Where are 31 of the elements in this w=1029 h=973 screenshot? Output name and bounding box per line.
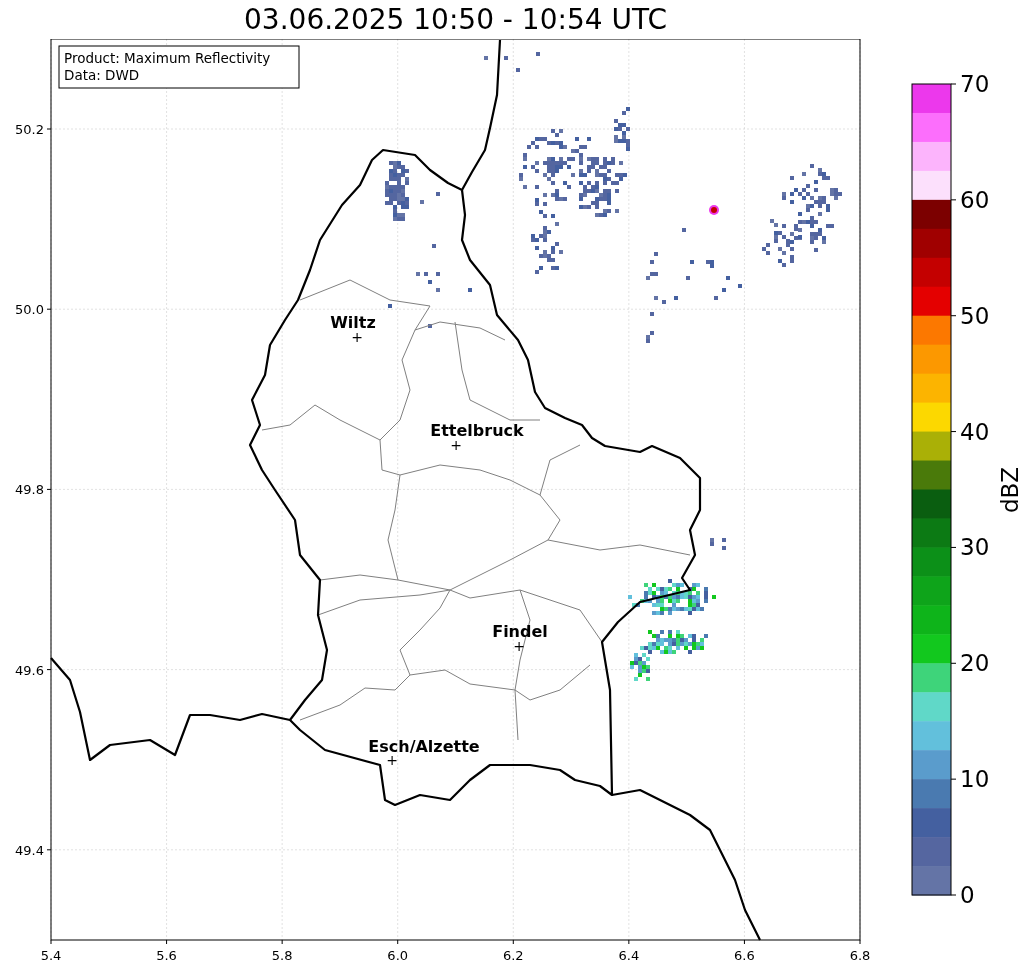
info-text: Data: DWD [64, 67, 140, 83]
colorbar-tick-label: 60 [960, 186, 990, 213]
y-tick-label: 50.2 [15, 122, 44, 137]
x-tick-label: 5.6 [156, 948, 177, 963]
colorbar-tick-label: 70 [960, 71, 990, 97]
x-tick-label: 5.4 [40, 948, 62, 963]
y-tick-label: 49.4 [15, 842, 44, 858]
city-marker: + [513, 638, 525, 654]
colorbar-tick-label: 40 [960, 418, 990, 445]
info-text: Product: Maximum Reflectivity [64, 50, 271, 66]
colorbar-tick-label: 20 [960, 650, 990, 677]
colorbar-tick-label: 30 [960, 534, 990, 561]
y-tick-label: 50.0 [15, 302, 44, 318]
city-marker: + [351, 329, 363, 345]
x-tick-label: 6.8 [849, 948, 871, 963]
chart-title: 03.06.2025 10:50 - 10:54 UTC [243, 2, 668, 38]
x-tick-label: 6.6 [734, 948, 755, 963]
city-label: Findel [492, 622, 548, 641]
city-marker: + [450, 437, 462, 453]
x-tick-label: 6.2 [502, 948, 524, 963]
colorbar-tick-label: 50 [960, 302, 990, 329]
city-label: Wiltz [330, 313, 376, 332]
colorbar-tick-label: 10 [960, 766, 990, 793]
x-tick-label: 5.8 [271, 948, 293, 963]
x-tick-label: 6.0 [387, 948, 409, 963]
colorbar-label: dBZ [997, 466, 1023, 514]
city-label: Ettelbruck [430, 421, 524, 440]
y-tick-label: 49.6 [15, 662, 44, 678]
colorbar-tick-label: 0 [960, 882, 975, 908]
y-tick-label: 49.8 [15, 482, 44, 498]
x-tick-label: 6.4 [618, 948, 640, 963]
